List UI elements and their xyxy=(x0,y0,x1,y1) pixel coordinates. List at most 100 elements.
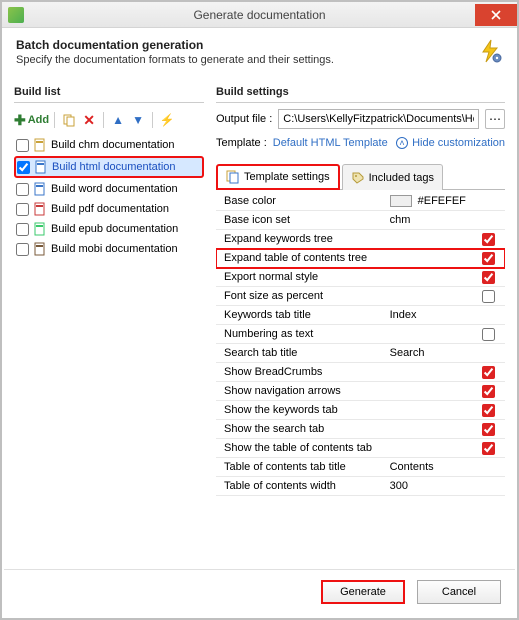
build-item-checkbox[interactable] xyxy=(16,183,29,196)
file-icon xyxy=(33,242,47,256)
property-value: Index xyxy=(390,309,417,321)
output-file-browse-button[interactable]: ⋯ xyxy=(485,109,505,129)
property-value: 300 xyxy=(390,480,408,492)
property-key: Export normal style xyxy=(216,269,384,285)
list-item[interactable]: Build mobi documentation xyxy=(14,239,204,259)
property-row[interactable]: Show navigation arrows xyxy=(216,382,505,401)
property-row[interactable]: Base color #EFEFEF xyxy=(216,192,505,211)
property-key: Base icon set xyxy=(216,212,384,228)
move-down-button[interactable]: ▼ xyxy=(129,111,147,129)
output-file-input[interactable] xyxy=(278,109,479,129)
property-row[interactable]: Table of contents tab title Contents xyxy=(216,458,505,477)
template-label: Template : xyxy=(216,137,267,149)
build-item-checkbox[interactable] xyxy=(16,243,29,256)
property-checkbox[interactable] xyxy=(482,366,495,379)
build-item-checkbox[interactable] xyxy=(16,139,29,152)
more-button[interactable]: ⚡ xyxy=(158,111,176,129)
property-key: Show BreadCrumbs xyxy=(216,364,384,380)
file-icon xyxy=(33,202,47,216)
build-item-checkbox[interactable] xyxy=(16,203,29,216)
build-item-label: Build epub documentation xyxy=(51,223,178,235)
build-item-label: Build word documentation xyxy=(51,183,178,195)
included-tags-icon xyxy=(351,171,365,185)
property-key: Keywords tab title xyxy=(216,307,384,323)
build-item-checkbox[interactable] xyxy=(16,223,29,236)
property-key: Base color xyxy=(216,193,384,209)
delete-button[interactable]: ✕ xyxy=(80,111,98,129)
file-icon xyxy=(33,138,47,152)
property-key: Numbering as text xyxy=(216,326,384,342)
property-row[interactable]: Expand keywords tree xyxy=(216,230,505,249)
property-row[interactable]: Show the search tab xyxy=(216,420,505,439)
build-list-title: Build list xyxy=(14,80,204,103)
property-row[interactable]: Show BreadCrumbs xyxy=(216,363,505,382)
property-row[interactable]: Export normal style xyxy=(216,268,505,287)
property-row[interactable]: Expand table of contents tree xyxy=(216,249,505,268)
property-checkbox[interactable] xyxy=(482,328,495,341)
tab-template-settings[interactable]: Template settings xyxy=(216,164,340,190)
property-row[interactable]: Table of contents width 300 xyxy=(216,477,505,496)
property-checkbox[interactable] xyxy=(482,252,495,265)
cancel-button[interactable]: Cancel xyxy=(417,580,501,604)
property-key: Table of contents width xyxy=(216,478,384,494)
property-checkbox[interactable] xyxy=(482,233,495,246)
property-value: Contents xyxy=(390,461,434,473)
list-item[interactable]: Build epub documentation xyxy=(14,219,204,239)
hide-customization-label: Hide customization xyxy=(412,137,505,149)
add-button[interactable]: ✚Add xyxy=(14,112,49,129)
file-icon xyxy=(34,160,48,174)
build-settings-title: Build settings xyxy=(216,80,505,103)
property-row[interactable]: Show the keywords tab xyxy=(216,401,505,420)
property-checkbox[interactable] xyxy=(482,290,495,303)
template-settings-icon xyxy=(226,170,240,184)
property-checkbox[interactable] xyxy=(482,385,495,398)
tab-template-settings-label: Template settings xyxy=(244,171,330,183)
cancel-label: Cancel xyxy=(442,586,476,598)
property-row[interactable]: Show the table of contents tab xyxy=(216,439,505,458)
move-up-button[interactable]: ▲ xyxy=(109,111,127,129)
dialog-footer: Generate Cancel xyxy=(4,569,515,618)
window-title: Generate documentation xyxy=(2,8,517,22)
generate-label: Generate xyxy=(340,586,386,598)
hide-customization-link[interactable]: ˄ Hide customization xyxy=(396,137,505,149)
dialog-header: Batch documentation generation Specify t… xyxy=(2,28,517,80)
header-title: Batch documentation generation xyxy=(16,38,503,52)
generate-button[interactable]: Generate xyxy=(321,580,405,604)
property-row[interactable]: Keywords tab title Index xyxy=(216,306,505,325)
property-key: Show navigation arrows xyxy=(216,383,384,399)
tab-included-tags-label: Included tags xyxy=(369,172,434,184)
build-item-label: Build mobi documentation xyxy=(51,243,178,255)
property-key: Table of contents tab title xyxy=(216,459,384,475)
property-value: #EFEFEF xyxy=(418,195,466,207)
tab-included-tags[interactable]: Included tags xyxy=(342,164,443,190)
build-item-label: Build chm documentation xyxy=(51,139,175,151)
template-link[interactable]: Default HTML Template xyxy=(273,137,388,149)
property-row[interactable]: Search tab titleSearch xyxy=(216,344,505,363)
list-item[interactable]: Build pdf documentation xyxy=(14,199,204,219)
property-row[interactable]: Base icon setchm xyxy=(216,211,505,230)
output-file-label: Output file : xyxy=(216,113,272,125)
property-checkbox[interactable] xyxy=(482,271,495,284)
list-item[interactable]: Build word documentation xyxy=(14,179,204,199)
duplicate-button[interactable] xyxy=(60,111,78,129)
list-item[interactable]: Build chm documentation xyxy=(14,135,204,155)
build-list: Build chm documentation Build html docume… xyxy=(14,135,204,563)
build-item-label: Build pdf documentation xyxy=(51,203,169,215)
property-key: Search tab title xyxy=(216,345,384,361)
property-checkbox[interactable] xyxy=(482,423,495,436)
property-grid: Base color#EFEFEFBase icon setchmExpand … xyxy=(216,192,505,563)
property-checkbox[interactable] xyxy=(482,442,495,455)
list-item[interactable]: Build html documentation xyxy=(14,156,204,178)
add-label: Add xyxy=(28,114,49,126)
property-row[interactable]: Numbering as text xyxy=(216,325,505,344)
property-checkbox[interactable] xyxy=(482,404,495,417)
settings-tabs: Template settings Included tags xyxy=(216,163,505,190)
build-item-checkbox[interactable] xyxy=(17,161,30,174)
property-key: Font size as percent xyxy=(216,288,384,304)
title-bar: Generate documentation xyxy=(2,2,517,28)
property-row[interactable]: Font size as percent xyxy=(216,287,505,306)
property-key: Expand table of contents tree xyxy=(216,250,384,266)
file-icon xyxy=(33,182,47,196)
property-key: Show the keywords tab xyxy=(216,402,384,418)
property-key: Show the table of contents tab xyxy=(216,440,384,456)
